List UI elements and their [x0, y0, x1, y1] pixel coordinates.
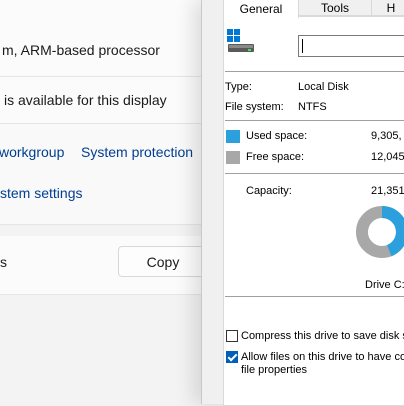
- disk-usage-donut: [354, 204, 404, 260]
- free-space-value: 12,045,: [371, 151, 404, 163]
- tab-tools[interactable]: Tools: [298, 0, 372, 16]
- system-protection-link[interactable]: System protection: [81, 144, 193, 160]
- general-tab-page: Type: Local Disk File system: NTFS Used …: [223, 16, 404, 406]
- tab-hardware[interactable]: H: [371, 0, 404, 16]
- related-links-card: [0, 124, 210, 225]
- processor-text: m, ARM-based processor: [2, 42, 160, 58]
- free-space-swatch: [226, 151, 240, 164]
- used-space-label: Used space:: [246, 130, 308, 142]
- free-space-label: Free space:: [246, 151, 305, 163]
- tab-general[interactable]: General: [223, 0, 299, 18]
- used-space-swatch: [226, 130, 240, 143]
- file-system-label: File system:: [225, 101, 284, 113]
- settings-about-page: m, ARM-based processor is available for …: [0, 0, 210, 404]
- compress-drive-checkbox[interactable]: [226, 330, 238, 342]
- drive-icon: [226, 28, 256, 54]
- allow-indexing-label-line2: file properties: [241, 364, 308, 376]
- spec-row-label: s: [0, 254, 7, 270]
- text-caret: [302, 39, 303, 53]
- drive-properties-dialog: General Tools H Type: Local Disk File sy…: [201, 0, 404, 406]
- tab-strip: General Tools H: [202, 0, 404, 18]
- drive-label: Drive C:: [365, 279, 404, 291]
- separator: [225, 296, 404, 297]
- workgroup-link[interactable]: workgroup: [0, 144, 64, 160]
- processor-card: [0, 0, 210, 77]
- file-system-value: NTFS: [298, 101, 327, 113]
- separator: [225, 71, 404, 72]
- advanced-system-settings-link[interactable]: stem settings: [0, 185, 82, 201]
- type-value: Local Disk: [298, 81, 349, 93]
- drive-name-input[interactable]: [298, 35, 404, 57]
- used-space-value: 9,305,: [371, 130, 402, 142]
- allow-indexing-checkbox[interactable]: [226, 351, 238, 363]
- allow-indexing-label: Allow files on this drive to have con: [241, 351, 404, 363]
- display-text: is available for this display: [4, 92, 167, 108]
- separator: [225, 120, 404, 121]
- separator: [225, 173, 404, 174]
- copy-button[interactable]: Copy: [118, 246, 208, 277]
- compress-drive-label: Compress this drive to save disk sp: [241, 330, 404, 342]
- capacity-label: Capacity:: [246, 185, 292, 197]
- type-label: Type:: [225, 81, 252, 93]
- capacity-value: 21,351,: [371, 185, 404, 197]
